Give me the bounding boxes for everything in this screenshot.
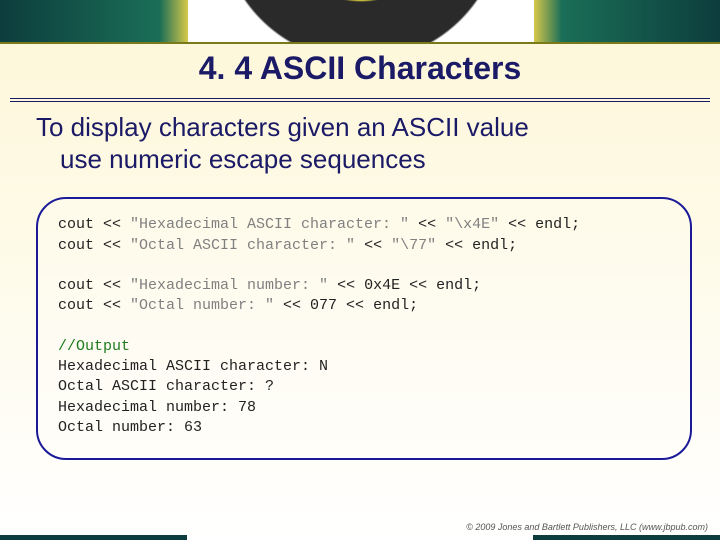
intro-line-1: To display characters given an ASCII val… [36,112,692,144]
code-string: "\77" [391,237,436,254]
code-text: cout << [58,277,130,294]
code-block: cout << "Hexadecimal ASCII character: " … [58,215,670,438]
output-line: Hexadecimal ASCII character: N [58,358,328,375]
output-line: Octal ASCII character: ? [58,378,274,395]
banner-center-graphic [188,0,534,44]
code-comment: //Output [58,338,130,355]
code-text: << endl; [499,216,580,233]
footer-accent [0,535,720,540]
code-text: << 077 << endl; [274,297,418,314]
code-text: << 0x4E << endl; [328,277,481,294]
slide-body: To display characters given an ASCII val… [36,112,692,460]
code-string: "Hexadecimal number: " [130,277,328,294]
header-banner [0,0,720,44]
copyright-footer: © 2009 Jones and Bartlett Publishers, LL… [466,522,708,532]
slide: 4. 4 ASCII Characters To display charact… [0,0,720,540]
code-text: cout << [58,237,130,254]
intro-line-2: use numeric escape sequences [36,144,692,176]
code-string: "Octal number: " [130,297,274,314]
code-text: << [355,237,391,254]
code-box: cout << "Hexadecimal ASCII character: " … [36,197,692,460]
banner-left [0,0,188,44]
intro-text: To display characters given an ASCII val… [36,112,692,175]
slide-title: 4. 4 ASCII Characters [0,50,720,87]
code-text: << [409,216,445,233]
code-string: "Octal ASCII character: " [130,237,355,254]
code-text: cout << [58,216,130,233]
code-text: cout << [58,297,130,314]
output-line: Hexadecimal number: 78 [58,399,256,416]
code-string: "\x4E" [445,216,499,233]
output-line: Octal number: 63 [58,419,202,436]
title-underline [10,98,710,102]
banner-right [534,0,720,44]
code-string: "Hexadecimal ASCII character: " [130,216,409,233]
code-text: << endl; [436,237,517,254]
